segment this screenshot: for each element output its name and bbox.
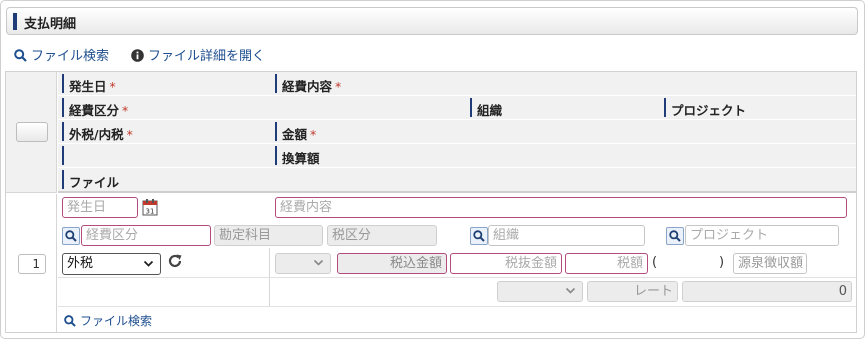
converted-amount-input: 0 <box>682 281 852 302</box>
chevron-down-icon <box>143 260 154 267</box>
header-expense-category-label: 経費区分 <box>69 103 120 118</box>
withholding-amount-input[interactable]: 源泉徴収額 <box>733 253 807 274</box>
header-row-5: ファイル <box>58 168 856 193</box>
search-icon <box>64 315 76 327</box>
header-expense-content-label: 経費内容 <box>282 79 333 94</box>
expense-category-search-button[interactable] <box>62 227 80 245</box>
row-file-search-link[interactable]: ファイル検索 <box>64 312 152 329</box>
header-converted-amount: 換算額 <box>275 146 320 167</box>
header-organization-label: 組織 <box>477 103 503 118</box>
row-number[interactable]: 1 <box>18 254 46 274</box>
search-icon <box>14 49 27 62</box>
account-item-input: 勘定科目 <box>214 225 323 246</box>
search-icon <box>669 230 681 242</box>
project-search-button[interactable] <box>666 227 684 245</box>
expense-grid: 発生日 * 経費内容 * 経費区分 * 組織 プロジェクト 外税/内税 * 金額 * 換算… <box>5 71 857 333</box>
tax-amount-input[interactable]: 税額 <box>565 253 648 274</box>
header-row-3: 外税/内税 * 金額 * <box>58 120 856 144</box>
header-tax-type-label: 外税/内税 <box>69 127 124 142</box>
header-file: ファイル <box>62 170 120 191</box>
header-converted-amount-label: 換算額 <box>282 151 320 166</box>
row-number-column: 1 <box>6 194 57 332</box>
header-project: プロジェクト <box>664 98 747 119</box>
header-occurrence-date-label: 発生日 <box>69 79 107 94</box>
header-occurrence-date: 発生日 * <box>62 74 116 95</box>
required-mark: * <box>335 79 342 94</box>
header-expense-content: 経費内容 * <box>275 74 342 95</box>
tax-included-amount-input[interactable]: 税込金額 <box>337 253 447 274</box>
header-amount: 金額 * <box>275 122 317 143</box>
conversion-select <box>497 281 583 302</box>
expense-content-input[interactable]: 経費内容 <box>275 197 847 218</box>
search-icon <box>473 230 485 242</box>
file-search-link[interactable]: ファイル検索 <box>14 45 109 64</box>
project-input[interactable]: プロジェクト <box>685 225 839 246</box>
rate-input: レート <box>587 281 678 302</box>
header-amount-label: 金額 <box>282 127 308 142</box>
tax-type-value: 外税 <box>67 256 94 271</box>
file-detail-label: ファイル詳細を開く <box>148 49 266 64</box>
row-divider <box>58 306 856 307</box>
expense-category-input[interactable]: 経費区分 <box>81 225 211 246</box>
required-mark: * <box>122 103 129 118</box>
tax-category-input: 税区分 <box>327 225 437 246</box>
tax-excluded-amount-input[interactable]: 税抜金額 <box>450 253 562 274</box>
header-expense-category: 経費区分 * <box>62 98 129 119</box>
organization-input[interactable]: 組織 <box>488 225 645 246</box>
panel-title: 支払明細 <box>24 17 77 32</box>
required-mark: * <box>126 127 133 142</box>
occurrence-date-input[interactable]: 発生日 <box>62 197 138 218</box>
file-search-label: ファイル検索 <box>31 49 110 64</box>
paren-open: ( <box>652 255 658 270</box>
chevron-down-icon <box>313 259 324 266</box>
header-select-column <box>6 72 57 193</box>
required-mark: * <box>310 127 317 142</box>
row-divider <box>58 277 856 278</box>
required-mark: * <box>109 79 116 94</box>
header-file-label: ファイル <box>69 175 120 190</box>
currency-select <box>275 253 331 274</box>
header-organization: 組織 <box>470 98 503 119</box>
refresh-icon[interactable] <box>167 253 183 273</box>
svg-text:31: 31 <box>146 208 155 216</box>
search-icon <box>65 230 77 242</box>
panel-header: 支払明細 <box>6 7 858 35</box>
header-accent-bar <box>13 13 17 30</box>
organization-search-button[interactable] <box>470 227 488 245</box>
chevron-down-icon <box>565 287 576 294</box>
file-detail-link[interactable]: ファイル詳細を開く <box>131 45 265 64</box>
header-project-label: プロジェクト <box>671 103 747 118</box>
paren-close: ) <box>719 255 725 270</box>
tax-type-select[interactable]: 外税 <box>62 253 161 275</box>
header-row-1: 発生日 * 経費内容 * <box>58 72 856 96</box>
header-row-2: 経費区分 * 組織 プロジェクト <box>58 96 856 120</box>
calendar-icon[interactable]: 31 <box>142 198 158 220</box>
info-icon <box>131 49 144 62</box>
select-all-checkbox[interactable] <box>16 122 48 142</box>
row-file-search-label: ファイル検索 <box>80 314 153 328</box>
header-tax-type: 外税/内税 * <box>62 122 133 143</box>
header-row-4: 換算額 <box>58 144 856 168</box>
